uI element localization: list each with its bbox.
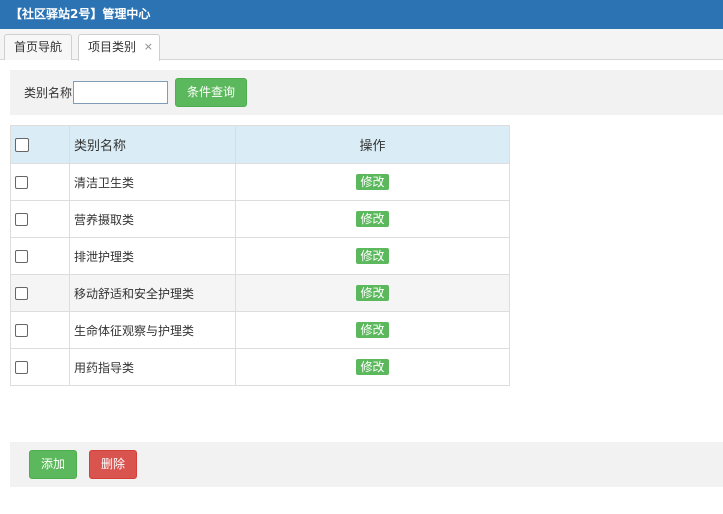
table-header-row: 类别名称 操作 [10, 125, 510, 164]
row-checkbox[interactable] [15, 213, 28, 226]
select-all-checkbox[interactable] [15, 137, 29, 152]
tab-strip: 首页导航 项目类别 × [0, 29, 723, 61]
row-checkbox[interactable] [15, 287, 28, 300]
edit-button[interactable]: 修改 [356, 211, 389, 227]
table-row: 营养摄取类 修改 [10, 200, 510, 238]
search-button[interactable]: 条件查询 [175, 78, 247, 107]
tab-item-category[interactable]: 项目类别 × [78, 34, 160, 61]
app-title-bar: 【社区驿站2号】管理中心 [0, 0, 723, 29]
category-name: 用药指导类 [69, 348, 236, 386]
category-name: 排泄护理类 [69, 237, 236, 275]
tab-label: 首页导航 [14, 40, 63, 54]
category-table: 类别名称 操作 清洁卫生类 修改 营养摄取类 修改 排泄护理类 修改 移动舒适和… [10, 125, 510, 386]
tab-label: 项目类别 [88, 40, 137, 54]
edit-button[interactable]: 修改 [356, 248, 389, 264]
column-header-operation: 操作 [235, 125, 510, 164]
delete-button[interactable]: 删除 [89, 450, 137, 479]
column-header-name: 类别名称 [69, 125, 236, 164]
category-name: 清洁卫生类 [69, 163, 236, 201]
close-icon[interactable]: × [144, 35, 153, 59]
search-bar: 类别名称 条件查询 [10, 70, 723, 115]
row-checkbox[interactable] [15, 250, 28, 263]
row-checkbox[interactable] [15, 324, 28, 337]
table-row: 移动舒适和安全护理类 修改 [10, 274, 510, 312]
row-checkbox[interactable] [15, 176, 28, 189]
edit-button[interactable]: 修改 [356, 359, 389, 375]
table-row: 清洁卫生类 修改 [10, 163, 510, 201]
add-button[interactable]: 添加 [29, 450, 77, 479]
edit-button[interactable]: 修改 [356, 174, 389, 190]
category-name: 营养摄取类 [69, 200, 236, 238]
row-checkbox[interactable] [15, 361, 28, 374]
table-row: 排泄护理类 修改 [10, 237, 510, 275]
header-checkbox-cell [10, 125, 70, 164]
category-name-input[interactable] [73, 81, 168, 104]
tab-home-navigation[interactable]: 首页导航 [4, 34, 72, 60]
table-row: 用药指导类 修改 [10, 348, 510, 386]
table-row: 生命体征观察与护理类 修改 [10, 311, 510, 349]
category-name: 生命体征观察与护理类 [69, 311, 236, 349]
app-title: 【社区驿站2号】管理中心 [10, 7, 151, 21]
edit-button[interactable]: 修改 [356, 285, 389, 301]
category-name: 移动舒适和安全护理类 [69, 274, 236, 312]
search-label: 类别名称 [24, 86, 73, 100]
edit-button[interactable]: 修改 [356, 322, 389, 338]
action-bar: 添加 删除 [10, 442, 723, 487]
